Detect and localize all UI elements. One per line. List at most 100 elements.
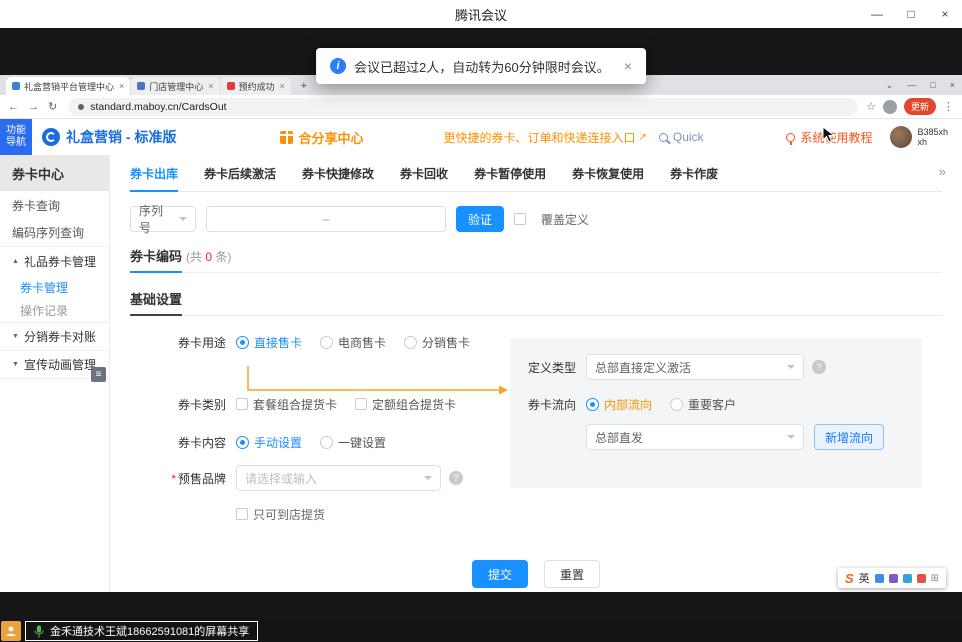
- radio-selected-icon[interactable]: [586, 398, 599, 411]
- url-field[interactable]: standard.maboy.cn/CardsOut: [68, 98, 858, 116]
- browser-profile-avatar[interactable]: [883, 100, 897, 114]
- content-manual-option[interactable]: 手动设置: [236, 434, 302, 451]
- browser-tab-3[interactable]: 预约成功 ×: [221, 77, 291, 95]
- panel-collapse-icon[interactable]: »: [939, 164, 946, 179]
- ime-language-toggle[interactable]: 英: [859, 570, 870, 586]
- usage-direct-sale-option[interactable]: 直接售卡: [236, 334, 302, 351]
- define-type-select[interactable]: 总部直接定义激活: [586, 354, 804, 380]
- username-line1: B385xh: [917, 127, 948, 137]
- sidebar-collapse-handle[interactable]: ≡: [91, 367, 106, 382]
- browser-update-button[interactable]: 更新: [904, 98, 936, 115]
- define-type-row: 定义类型 总部直接定义激活 ?: [524, 354, 908, 380]
- ime-mic-icon[interactable]: [875, 574, 884, 583]
- radio-selected-icon[interactable]: [236, 336, 249, 349]
- tab-card-quick-edit[interactable]: 券卡快捷修改: [302, 165, 374, 191]
- usage-distribution-label: 分销售卡: [422, 334, 470, 351]
- sidebar-group-distribution-recon[interactable]: ▼ 分销券卡对账: [0, 323, 109, 351]
- tab-close-icon[interactable]: ×: [208, 81, 213, 91]
- add-flow-button[interactable]: 新增流向: [814, 424, 884, 450]
- close-button[interactable]: ×: [928, 0, 962, 28]
- user-avatar: [890, 126, 912, 148]
- basic-section-header: 基础设置: [130, 289, 942, 316]
- radio-selected-icon[interactable]: [236, 436, 249, 449]
- browser-maximize-button[interactable]: □: [923, 80, 942, 90]
- flow-vip-option[interactable]: 重要客户: [670, 396, 736, 413]
- toast-close-icon[interactable]: ×: [624, 58, 632, 74]
- promo-link[interactable]: 更快捷的券卡、订单和快递连接入口 ↗: [443, 129, 646, 146]
- chevron-down-icon: [787, 365, 795, 369]
- tab-card-outbound[interactable]: 券卡出库: [130, 165, 178, 192]
- sidebar-item-card-query[interactable]: 券卡查询: [0, 191, 109, 219]
- tab-card-recycle[interactable]: 券卡回收: [400, 165, 448, 191]
- radio-icon[interactable]: [670, 398, 683, 411]
- sidebar-group-gift-card-mgmt[interactable]: ▲ 礼品券卡管理: [0, 247, 109, 275]
- quick-search[interactable]: Quick: [659, 130, 704, 144]
- browser-address-bar: ← → ↻ standard.maboy.cn/CardsOut ☆ 更新 ⋮: [0, 95, 962, 119]
- browser-menu-icon[interactable]: ⋮: [943, 100, 954, 113]
- tab-card-pause[interactable]: 券卡暂停使用: [474, 165, 546, 191]
- basic-settings-form: 券卡用途 直接售卡 电商售卡 分销售卡: [130, 332, 942, 550]
- user-menu[interactable]: B385xh xh: [890, 126, 948, 148]
- override-checkbox[interactable]: [514, 213, 526, 225]
- category-package-option[interactable]: 套餐组合提货卡: [236, 396, 337, 413]
- serial-type-select[interactable]: 序列号: [130, 206, 196, 232]
- card-usage-label: 券卡用途: [170, 334, 226, 351]
- reload-button[interactable]: ↻: [48, 100, 57, 113]
- bookmark-star-icon[interactable]: ☆: [866, 100, 876, 113]
- usage-distribution-option[interactable]: 分销售卡: [404, 334, 470, 351]
- info-icon[interactable]: ?: [449, 471, 463, 485]
- browser-close-button[interactable]: ×: [943, 80, 962, 90]
- share-center-link[interactable]: 合分享中心: [280, 128, 363, 147]
- sidebar-item-code-serial-query[interactable]: 编码序列查询: [0, 219, 109, 247]
- sharer-avatar: [1, 621, 21, 641]
- flow-internal-option[interactable]: 内部流向: [586, 396, 652, 413]
- browser-minimize-button[interactable]: —: [900, 80, 923, 90]
- ime-clipboard-icon[interactable]: [903, 574, 912, 583]
- radio-icon[interactable]: [404, 336, 417, 349]
- tab-search-chevron-icon[interactable]: ⌄: [879, 80, 901, 91]
- minimize-button[interactable]: —: [860, 0, 894, 28]
- ime-logo-icon[interactable]: S: [845, 571, 854, 586]
- store-only-label: 只可到店提货: [253, 506, 325, 523]
- tab-card-resume[interactable]: 券卡恢复使用: [572, 165, 644, 191]
- radio-icon[interactable]: [320, 436, 333, 449]
- category-fixed-option[interactable]: 定额组合提货卡: [355, 396, 456, 413]
- usage-ecommerce-option[interactable]: 电商售卡: [320, 334, 386, 351]
- sidebar-group-label: 礼品券卡管理: [24, 253, 96, 270]
- checkbox-icon[interactable]: [355, 398, 367, 410]
- ime-toolbox-icon[interactable]: ⊞: [931, 573, 939, 584]
- ime-keyboard-icon[interactable]: [889, 574, 898, 583]
- info-icon[interactable]: ?: [812, 360, 826, 374]
- presale-brand-select[interactable]: 请选择或输入: [236, 465, 441, 491]
- content-onekey-option[interactable]: 一键设置: [320, 434, 386, 451]
- tab-close-icon[interactable]: ×: [280, 81, 285, 91]
- app-header: 功能 导航 礼盒营销 - 标准版 合分享中心 更快捷的券卡、订单和快递连接入口 …: [0, 119, 962, 155]
- checkbox-icon[interactable]: [236, 398, 248, 410]
- content-onekey-label: 一键设置: [338, 434, 386, 451]
- submit-button[interactable]: 提交: [472, 560, 528, 588]
- back-button[interactable]: ←: [8, 101, 19, 113]
- new-tab-button[interactable]: +: [296, 78, 312, 94]
- radio-icon[interactable]: [320, 336, 333, 349]
- browser-tab-2[interactable]: 门店管理中心 ×: [131, 77, 219, 95]
- tab-title: 礼盒营销平台管理中心: [24, 80, 114, 93]
- serial-range-input[interactable]: –: [206, 206, 446, 232]
- tab-card-activate[interactable]: 券卡后续激活: [204, 165, 276, 191]
- external-link-icon: ↗: [638, 132, 646, 143]
- maximize-button[interactable]: □: [894, 0, 928, 28]
- quick-search-label: Quick: [673, 130, 704, 144]
- forward-button[interactable]: →: [28, 101, 39, 113]
- tab-close-icon[interactable]: ×: [119, 81, 124, 91]
- flow-target-select[interactable]: 总部直发: [586, 424, 804, 450]
- tab-card-void[interactable]: 券卡作废: [670, 165, 718, 191]
- verify-button[interactable]: 验证: [456, 206, 504, 232]
- sidebar-item-operation-log[interactable]: 操作记录: [0, 299, 109, 323]
- ime-skin-icon[interactable]: [917, 574, 926, 583]
- store-only-checkbox[interactable]: [236, 508, 248, 520]
- browser-tab-1[interactable]: 礼盒营销平台管理中心 ×: [6, 77, 130, 95]
- reset-button[interactable]: 重置: [544, 560, 600, 588]
- sidebar-item-card-management[interactable]: 券卡管理: [0, 275, 109, 299]
- nav-toggle-button[interactable]: 功能 导航: [0, 119, 32, 155]
- sidebar-group-label: 分销券卡对账: [24, 328, 96, 345]
- share-center-label: 合分享中心: [298, 128, 363, 147]
